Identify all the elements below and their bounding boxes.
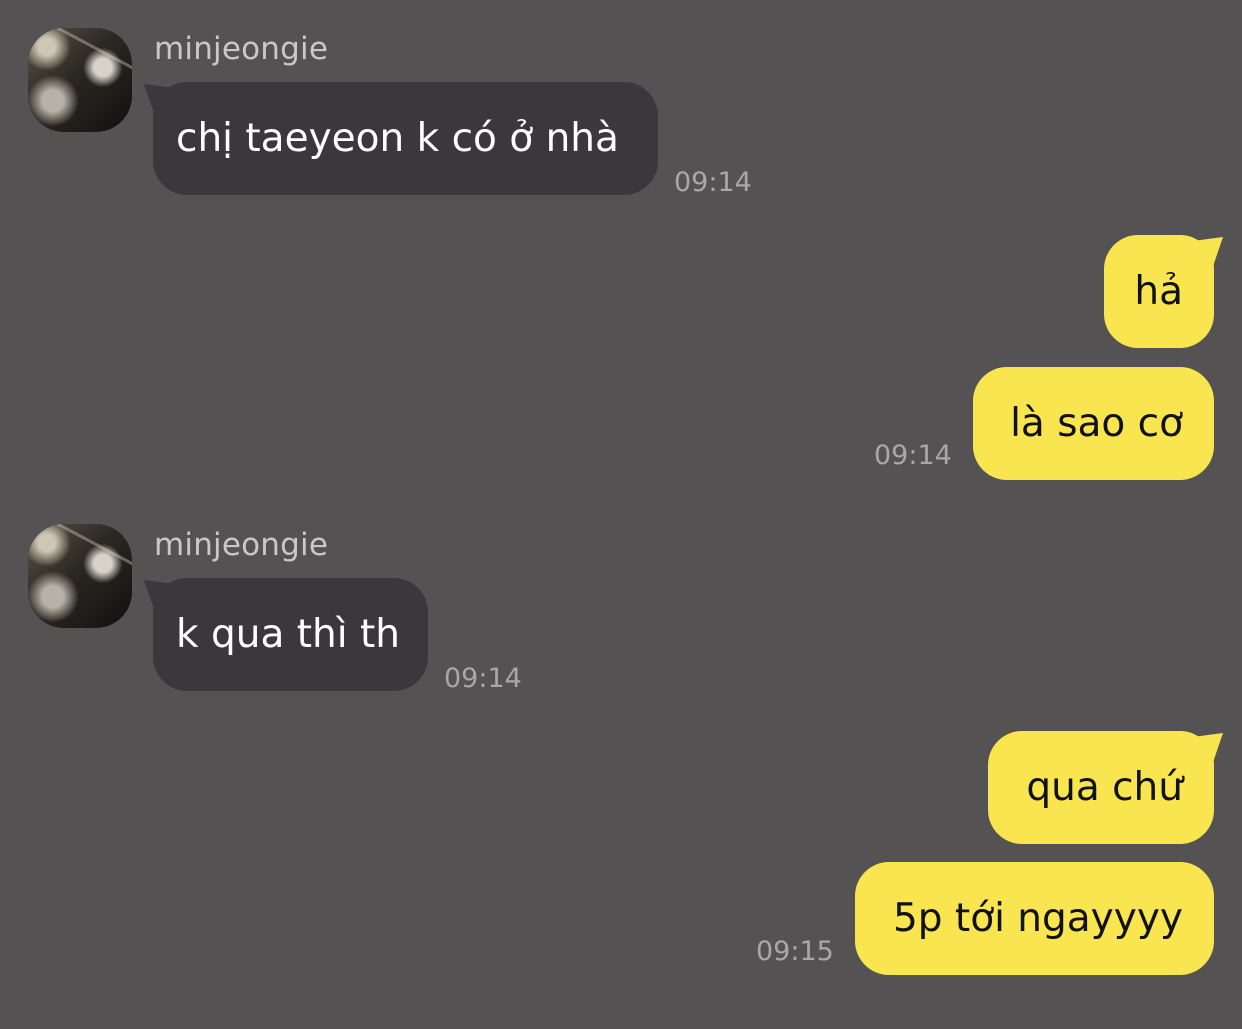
outgoing-message-bubble[interactable]: hả (1104, 235, 1223, 348)
message-text: 5p tới ngayyyy (892, 896, 1183, 941)
bubble-tail (144, 84, 178, 114)
incoming-message-bubble[interactable]: k qua thì th (144, 578, 428, 691)
sender-name: minjeongie (154, 527, 329, 563)
incoming-message-bubble[interactable]: chị taeyeon k có ở nhà (144, 82, 658, 195)
bubble-tail (1189, 733, 1223, 763)
message-timestamp: 09:14 (444, 663, 522, 694)
message-timestamp: 09:15 (756, 936, 834, 967)
message-timestamp: 09:14 (874, 440, 952, 471)
message-text: chị taeyeon k có ở nhà (176, 116, 619, 161)
outgoing-message-bubble[interactable]: 5p tới ngayyyy (855, 862, 1214, 975)
message-timestamp: 09:14 (674, 167, 752, 198)
outgoing-message-bubble[interactable]: là sao cơ (973, 367, 1214, 480)
avatar[interactable] (28, 524, 132, 628)
message-text: k qua thì th (176, 612, 401, 657)
outgoing-message-bubble[interactable]: qua chứ (988, 731, 1223, 844)
bubble-tail (144, 580, 178, 610)
message-text: là sao cơ (1010, 401, 1183, 446)
sender-name: minjeongie (154, 31, 329, 67)
message-text: qua chứ (1026, 765, 1183, 810)
avatar[interactable] (28, 28, 132, 132)
message-text: hả (1134, 269, 1183, 314)
bubble-tail (1189, 237, 1223, 267)
